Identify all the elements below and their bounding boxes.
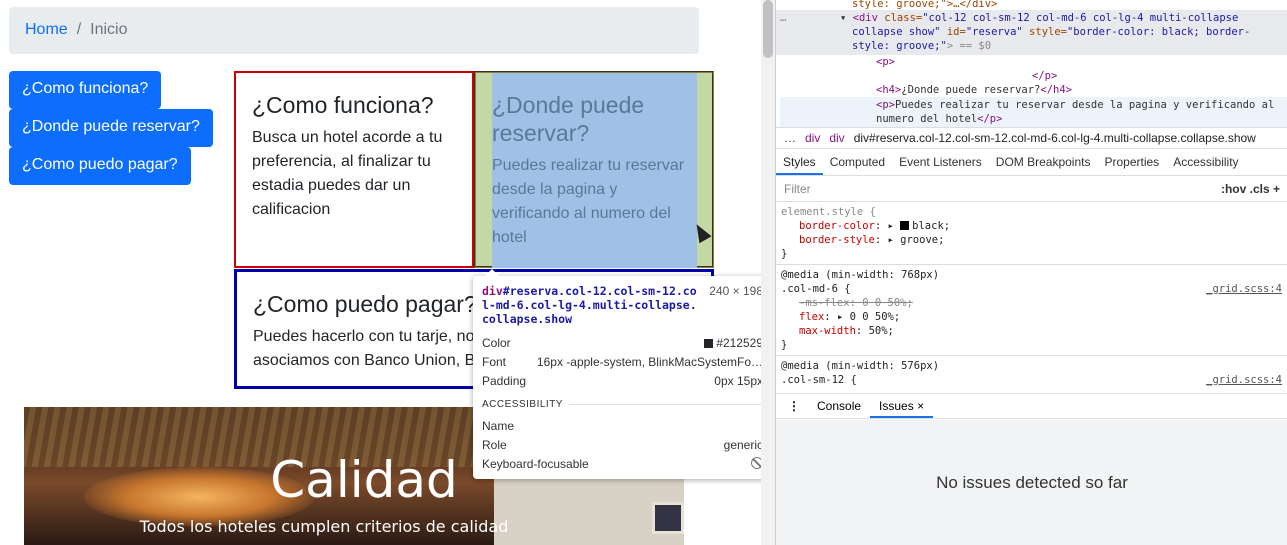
page-viewport: Home / Inicio ¿Como funciona? ¿Donde puede… [0,0,775,545]
page-scrollbar[interactable] [761,0,775,545]
tab-accessibility[interactable]: Accessibility [1166,150,1245,175]
tooltip-row-padding: Padding 0px 15px [482,374,763,388]
crumb-div[interactable]: div [829,131,844,145]
tooltip-row-focusable: Keyboard-focusable [482,457,763,471]
como-funciona-button[interactable]: ¿Como funciona? [9,71,162,109]
css-prop[interactable]: max-width: 50%; [799,324,894,338]
source-link[interactable]: _grid.scss:4 [1206,373,1282,387]
breadcrumb-separator: / [76,21,82,38]
css-prop[interactable]: border-style: ▸ groove; [799,233,944,247]
card-title: ¿Como funciona? [252,92,434,118]
rule-close: } [781,248,788,260]
tab-computed[interactable]: Computed [823,150,892,175]
tab-styles[interactable]: Styles [776,150,823,175]
tooltip-dimensions: 240 × 198 [709,284,763,298]
breadcrumb: Home / Inicio [9,7,699,54]
tab-issues[interactable]: Issues × [870,394,934,418]
tab-event-listeners[interactable]: Event Listeners [892,150,989,175]
dom-line[interactable]: style: groove;">…</div> [852,0,997,11]
tooltip-selector: div#reserva.col-12.col-sm-12.col-md-6.co… [482,284,697,326]
carousel-caption: Todos los hoteles cumplen criterios de c… [139,517,509,536]
issues-panel: No issues detected so far [776,420,1287,545]
source-link[interactable]: _grid.scss:4 [1206,282,1282,296]
styles-tabbar: Styles Computed Event Listeners DOM Brea… [776,150,1287,176]
tooltip-row-role: Role generic [482,438,763,452]
devtools-panel: style: groove;">…</div> … ▾ <div class="… [775,0,1287,545]
css-prop[interactable]: border-color: ▸ black; [799,219,950,233]
dom-breadcrumbs: … div div div#reserva.col-12.col-sm-12.col-… [776,127,1287,149]
card-donde-reservar: ¿Donde puede reservar? Puedes realizar t… [474,71,714,268]
rule-selector: .col-md-6 { [781,283,851,295]
filter-input[interactable]: Filter [784,182,811,196]
tab-properties[interactable]: Properties [1097,150,1166,175]
breadcrumb-current: Inicio [90,21,128,38]
styles-pane[interactable]: element.style { border-color: ▸ black; b… [776,203,1287,391]
rule-divider [776,355,1287,356]
dom-line[interactable]: <p> [876,55,895,69]
tab-dom-breakpoints[interactable]: DOM Breakpoints [989,150,1098,175]
tooltip-accessibility-header: ACCESSIBILITY [482,399,763,410]
media-query: @media (min-width: 576px) [781,360,940,372]
elements-tree[interactable]: style: groove;">…</div> … ▾ <div class="… [776,0,1287,127]
card-text: Puedes realizar tu reservar desde la pag… [492,157,685,246]
dom-line[interactable]: collapse show" id="reserva" style="borde… [852,25,1250,39]
inspect-tooltip: div#reserva.col-12.col-sm-12.col-md-6.co… [473,269,772,479]
scrollbar-thumb[interactable] [763,0,773,58]
dom-line-selected[interactable]: ▾ <div class="col-12 col-sm-12 col-md-6 … [840,11,1238,25]
tooltip-row-name: Name [482,419,515,433]
dom-line[interactable]: style: groove;"> == $0 [852,39,991,53]
dom-line[interactable]: </p> [1032,69,1057,83]
card-content-highlight: ¿Donde puede reservar? Puedes realizar t… [492,73,697,268]
close-icon[interactable]: × [917,399,924,413]
drawer-menu-icon[interactable]: ⋮ [776,399,808,413]
css-prop-overridden[interactable]: -ms-flex: 0 0 50%; [799,296,913,310]
card-como-funciona: ¿Como funciona? Busca un hotel acorde a … [234,71,474,268]
dom-line[interactable]: numero del hotel</p> [876,112,1002,126]
rule-divider [776,264,1287,265]
dom-line[interactable]: <p>Puedes realizar tu reservar desde la … [876,98,1274,112]
dom-dots-icon[interactable]: … [780,11,786,25]
breadcrumb-home-link[interactable]: Home [25,21,68,38]
media-query: @media (min-width: 768px) [781,269,940,281]
rule-selector: element.style { [781,206,876,218]
card-text: Busca un hotel acorde a tu preferencia, … [252,129,443,218]
rule-close: } [781,339,788,351]
tooltip-row-font: Font 16px -apple-system, BlinkMacSystemFo… [482,355,763,369]
filter-tools[interactable]: :hov .cls + [1221,182,1280,196]
rule-selector: .col-sm-12 { [781,374,857,386]
dom-line[interactable]: <h4>¿Donde puede reservar?</h4> [876,83,1072,97]
donde-reservar-button[interactable]: ¿Donde puede reservar? [9,109,213,147]
card-title: ¿Donde puede reservar? [492,92,645,146]
crumb-current[interactable]: div#reserva.col-12.col-sm-12.col-md-6.co… [854,131,1256,145]
como-pagar-button[interactable]: ¿Como puedo pagar? [9,147,191,185]
css-prop[interactable]: flex: ▸ 0 0 50%; [799,310,900,324]
drawer-tabbar: ⋮ Console Issues × [776,393,1287,419]
tooltip-row-color: Color #212529 [482,336,763,350]
crumb-div[interactable]: div [805,131,820,145]
issues-empty-message: No issues detected so far [936,472,1128,492]
color-swatch [704,339,714,348]
styles-filter[interactable]: Filter :hov .cls + [776,177,1287,202]
tab-console[interactable]: Console [808,399,870,413]
crumb-dots[interactable]: … [784,131,796,145]
